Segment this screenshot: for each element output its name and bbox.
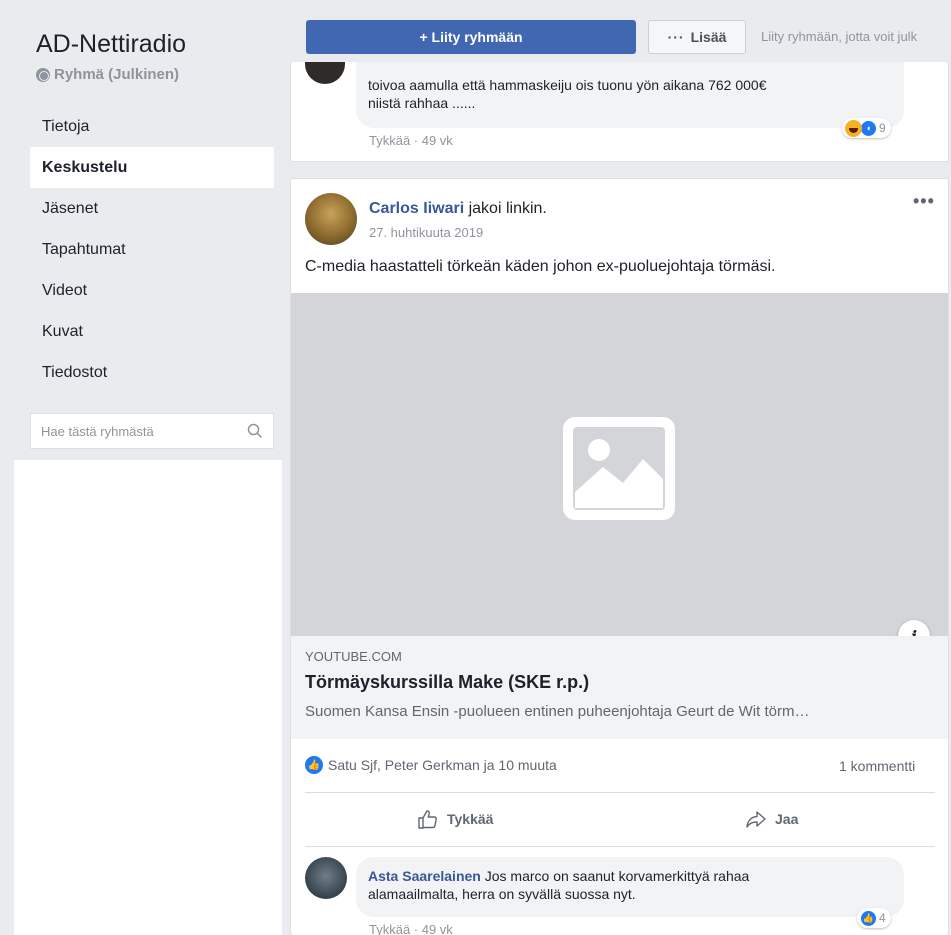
link-domain: YOUTUBE.COM [305,649,402,664]
search-placeholder: Hae tästä ryhmästä [41,423,154,439]
like-button[interactable]: Tykkää [417,806,493,832]
comment-author[interactable]: Asta Saarelainen [368,868,481,884]
like-reaction-icon: 👍 [305,756,323,774]
image-placeholder-icon [563,417,675,520]
avatar[interactable] [305,857,347,899]
comment-bubble: toivoa aamulla että hammaskeiju ois tuon… [356,62,904,128]
reaction-count: 4 [879,911,886,925]
like-reaction-icon: ◖ [860,119,877,137]
group-search-input[interactable]: Hae tästä ryhmästä [30,413,274,449]
join-group-button[interactable]: + Liity ryhmään [306,20,636,54]
nav-item-tiedostot[interactable]: Tiedostot [30,352,274,393]
more-label: Lisää [690,29,727,45]
comment-text-line1: Jos marco on saanut korvamerkittyä rahaa [480,868,750,884]
share-icon [746,811,766,828]
more-button[interactable]: ··· Lisää [648,20,746,54]
comment-text-line2: alamaailmalta, herra on syvällä suossa n… [368,886,636,902]
comment-bubble: Asta Saarelainen Jos marco on saanut kor… [356,857,904,917]
reaction-count: 9 [879,121,886,135]
link-title[interactable]: Törmäyskurssilla Make (SKE r.p.) [305,672,589,693]
share-label: Jaa [775,811,799,827]
nav-item-tietoja[interactable]: Tietoja [30,106,274,147]
reaction-summary[interactable]: 👍 4 [857,908,891,928]
nav-item-tapahtumat[interactable]: Tapahtumat [30,229,274,270]
post-date[interactable]: 27. huhtikuuta 2019 [369,225,483,240]
nav-item-kuvat[interactable]: Kuvat [30,311,274,352]
post-author-name[interactable]: Carlos Iiwari [369,200,464,217]
post-options-icon[interactable]: ••• [913,191,935,212]
group-type: Ryhmä (Julkinen) [36,66,179,83]
join-hint: Liity ryhmään, jotta voit julk [761,29,918,44]
post-action: jakoi linkin. [464,200,547,217]
reaction-summary[interactable]: ◖ 9 [842,118,891,138]
divider [305,846,935,847]
divider [305,792,935,793]
post-text: C-media haastatteli törkeän käden johon … [305,258,776,275]
group-name[interactable]: AD-Nettiradio [36,30,186,59]
comment-count[interactable]: 1 kommentti [839,758,915,774]
haha-reaction-icon [845,119,862,137]
comment-text-line2: niistä rahhaa ...... [368,95,476,111]
nav-item-jasenet[interactable]: Jäsenet [30,188,274,229]
comment-meta[interactable]: Tykkää · 49 vk [369,133,453,148]
comment-line1: Asta Saarelainen Jos marco on saanut kor… [368,867,892,885]
comment-meta[interactable]: Tykkää · 49 vk [369,922,453,935]
search-icon[interactable] [247,423,263,439]
likes-summary[interactable]: 👍 Satu Sjf, Peter Gerkman ja 10 muuta [305,756,557,774]
thumbs-up-icon [418,810,437,829]
avatar[interactable] [305,193,357,245]
globe-icon [36,67,50,82]
link-description: Suomen Kansa Ensin -puolueen entinen puh… [305,703,810,720]
like-reaction-icon: 👍 [860,909,877,927]
nav-item-keskustelu[interactable]: Keskustelu [30,147,274,188]
group-nav: Tietoja Keskustelu Jäsenet Tapahtumat Vi… [30,106,274,393]
group-sidebar: AD-Nettiradio Ryhmä (Julkinen) Tietoja K… [0,0,282,935]
share-button[interactable]: Jaa [745,806,798,832]
comment-text-line1: toivoa aamulla että hammaskeiju ois tuon… [368,77,767,93]
like-label: Tykkää [447,811,494,827]
nav-item-videot[interactable]: Videot [30,270,274,311]
likes-text: Satu Sjf, Peter Gerkman ja 10 muuta [328,757,557,773]
more-dots-icon: ··· [667,29,685,45]
group-type-label: Ryhmä (Julkinen) [54,66,180,83]
post-author-line: Carlos Iiwari jakoi linkin. [369,200,547,218]
